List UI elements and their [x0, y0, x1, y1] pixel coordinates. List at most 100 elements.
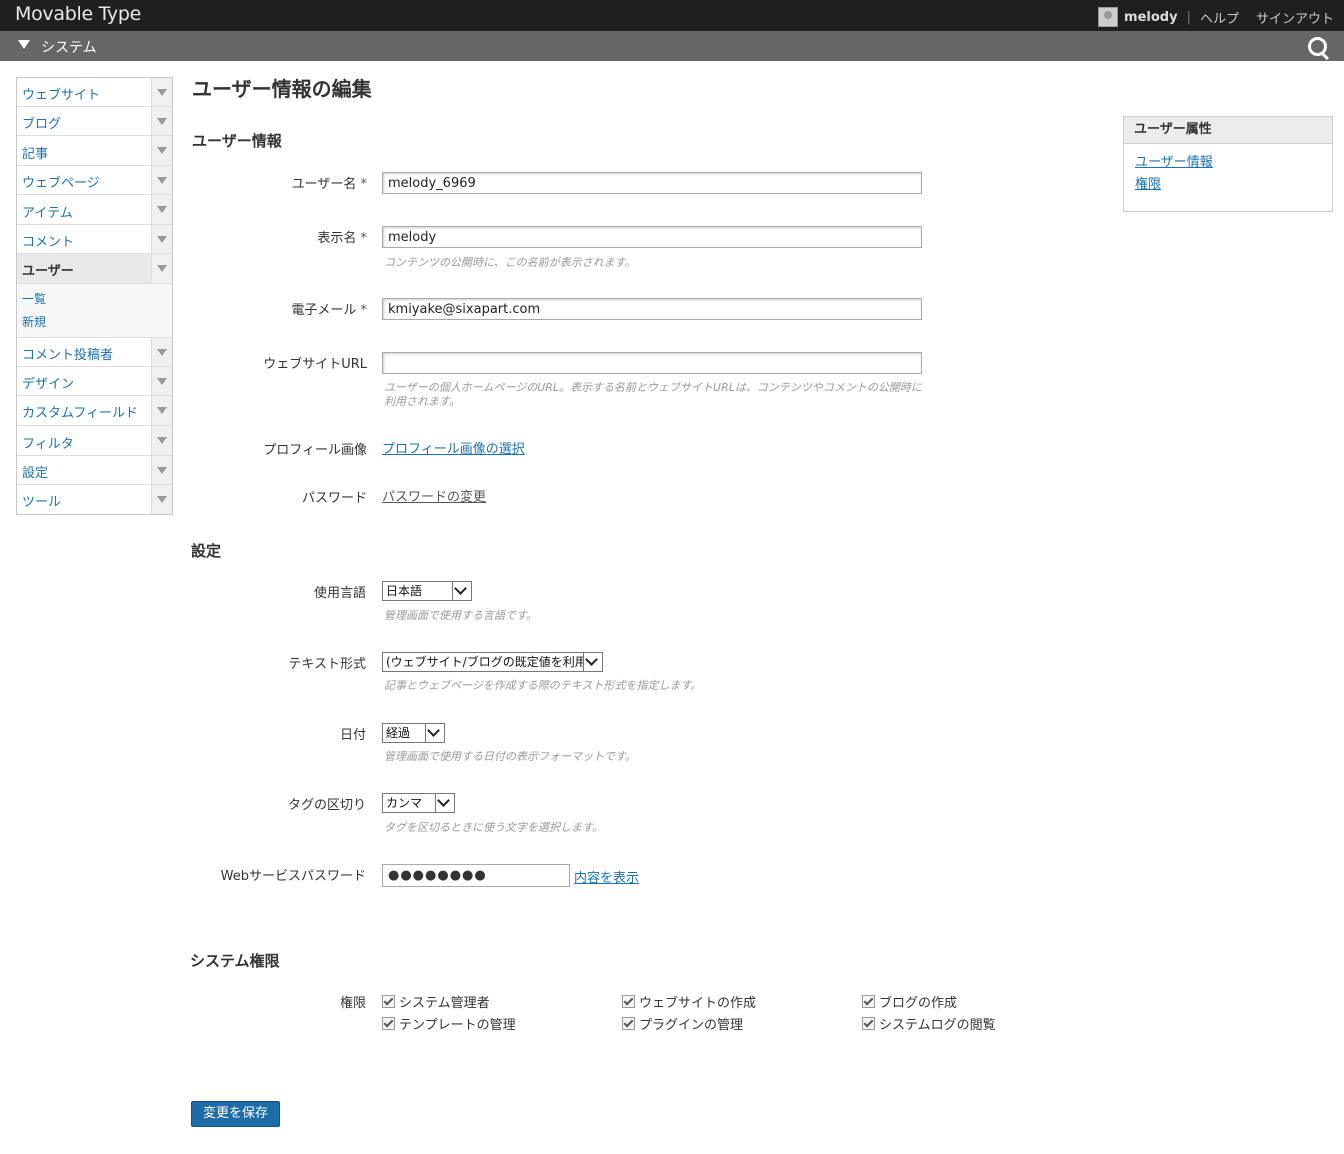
triangle-down-icon[interactable] — [151, 485, 172, 514]
permission-checkbox[interactable]: システムログの閲覧 — [862, 1014, 996, 1033]
scope-label[interactable]: システム — [41, 37, 97, 57]
language-select-value: 日本語 — [386, 584, 423, 598]
sidebar-item-tools[interactable]: ツール — [17, 485, 172, 514]
search-icon[interactable] — [1308, 37, 1327, 56]
app-logo[interactable]: Movable Type — [15, 3, 141, 25]
language-label: 使用言語 — [313, 586, 366, 601]
top-bar: Movable Type melody | ヘルプ サインアウト — [0, 0, 1344, 31]
chevron-down-icon[interactable] — [425, 724, 444, 742]
sidebar-item-blog[interactable]: ブログ — [17, 107, 172, 136]
sidebar-subitem-new[interactable]: 新規 — [22, 311, 172, 334]
triangle-down-icon[interactable] — [151, 195, 172, 224]
chevron-down-icon[interactable] — [583, 653, 602, 671]
sidebar-item-custom-fields[interactable]: カスタムフィールド — [17, 396, 172, 426]
webservice-password-label: Webサービスパスワード — [220, 869, 366, 884]
permission-checkbox[interactable]: ウェブサイトの作成 — [622, 992, 756, 1011]
triangle-down-icon[interactable] — [151, 456, 172, 484]
checkbox-checked-icon[interactable] — [622, 995, 635, 1008]
permission-checkbox[interactable]: プラグインの管理 — [622, 1014, 743, 1033]
date-format-select[interactable]: 経過 — [382, 723, 445, 743]
permission-checkbox[interactable]: テンプレートの管理 — [382, 1014, 516, 1033]
date-format-select-value: 経過 — [386, 726, 411, 740]
triangle-down-icon[interactable] — [18, 40, 30, 49]
sidebar-item-filters[interactable]: フィルタ — [17, 426, 172, 456]
permission-checkbox[interactable]: ブログの作成 — [862, 992, 957, 1011]
website-url-field[interactable] — [382, 352, 922, 374]
sidebar-item-website[interactable]: ウェブサイト — [17, 78, 172, 107]
sidebar-item-label: カスタムフィールド — [22, 406, 138, 421]
checkbox-checked-icon[interactable] — [382, 995, 395, 1008]
language-select[interactable]: 日本語 — [382, 581, 472, 601]
text-format-select-value: (ウェブサイト/ブログの既定値を利用) — [386, 655, 592, 669]
triangle-down-icon[interactable] — [151, 426, 172, 455]
permissions-link[interactable]: 権限 — [1135, 174, 1332, 196]
triangle-down-icon[interactable] — [151, 254, 172, 283]
user-attributes-widget: ユーザー属性 ユーザー情報 権限 — [1123, 116, 1333, 212]
website-url-label: ウェブサイトURL — [263, 357, 367, 372]
tag-delimiter-select-value: カンマ — [386, 796, 423, 810]
sidebar-nav: ウェブサイト ブログ 記事 ウェブページ アイテム コメント ユーザー 一覧 新… — [16, 77, 173, 515]
text-format-label: テキスト形式 — [288, 657, 366, 672]
help-link[interactable]: ヘルプ — [1200, 8, 1239, 27]
checkbox-checked-icon[interactable] — [862, 1017, 875, 1030]
triangle-down-icon[interactable] — [151, 338, 172, 366]
tag-delimiter-select[interactable]: カンマ — [382, 793, 455, 813]
select-profile-image-link[interactable]: プロフィール画像の選択 — [382, 438, 525, 457]
user-info-link[interactable]: ユーザー情報 — [1135, 152, 1332, 174]
reveal-password-link[interactable]: 内容を表示 — [574, 867, 639, 886]
checkbox-checked-icon[interactable] — [622, 1017, 635, 1030]
change-password-link[interactable]: パスワードの変更 — [382, 486, 486, 505]
checkbox-checked-icon[interactable] — [862, 995, 875, 1008]
sidebar-item-design[interactable]: デザイン — [17, 367, 172, 396]
section-heading-settings: 設定 — [191, 542, 222, 560]
avatar-icon[interactable] — [1098, 7, 1119, 27]
username-field[interactable]: melody_6969 — [382, 172, 922, 194]
username-label: ユーザー名 * — [291, 177, 367, 192]
sidebar-item-label: アイテム — [22, 206, 73, 221]
widget-heading: ユーザー属性 — [1124, 117, 1332, 144]
sidebar-item-entries[interactable]: 記事 — [17, 136, 172, 166]
tag-delimiter-hint: タグを区切るときに使う文字を選択します。 — [384, 821, 603, 834]
text-format-select[interactable]: (ウェブサイト/ブログの既定値を利用) — [382, 652, 603, 672]
date-format-hint: 管理画面で使用する日付の表示フォーマットです。 — [384, 750, 636, 763]
users-submenu: 一覧 新規 — [17, 284, 172, 338]
sidebar-item-label: ユーザー — [22, 264, 74, 279]
triangle-down-icon[interactable] — [151, 136, 172, 165]
chevron-down-icon[interactable] — [435, 794, 454, 812]
chevron-down-icon[interactable] — [452, 582, 471, 600]
permission-checkbox[interactable]: システム管理者 — [382, 992, 490, 1011]
website-url-hint: ユーザーの個人ホームページのURL。表示する名前とウェブサイトURLは、コンテン… — [384, 381, 922, 408]
triangle-down-icon[interactable] — [151, 107, 172, 135]
username-link[interactable]: melody — [1124, 10, 1178, 25]
tag-delimiter-label: タグの区切り — [287, 798, 366, 813]
sidebar-item-label: コメント投稿者 — [22, 348, 114, 363]
webservice-password-field[interactable]: ●●●●●●●● — [382, 864, 570, 887]
sidebar-item-settings[interactable]: 設定 — [17, 456, 172, 485]
email-field[interactable]: kmiyake@sixapart.com — [382, 298, 922, 320]
triangle-down-icon[interactable] — [151, 396, 172, 425]
sidebar-subitem-list[interactable]: 一覧 — [22, 288, 172, 311]
triangle-down-icon[interactable] — [151, 225, 172, 253]
signout-link[interactable]: サインアウト — [1256, 8, 1334, 27]
sidebar-item-label: ブログ — [22, 117, 62, 132]
triangle-down-icon[interactable] — [151, 367, 172, 395]
password-label: パスワード — [301, 491, 367, 506]
sidebar-item-assets[interactable]: アイテム — [17, 195, 172, 225]
sidebar-item-label: コメント — [22, 235, 75, 250]
triangle-down-icon[interactable] — [151, 78, 172, 106]
sidebar-item-label: 設定 — [22, 466, 49, 481]
checkbox-checked-icon[interactable] — [382, 1017, 395, 1030]
scope-bar: システム — [0, 31, 1344, 61]
date-format-label: 日付 — [339, 728, 366, 743]
sidebar-item-label: デザイン — [22, 377, 75, 392]
sidebar-item-users[interactable]: ユーザー — [17, 254, 172, 284]
display-name-field[interactable]: melody — [382, 226, 922, 248]
sidebar-item-pages[interactable]: ウェブページ — [17, 166, 172, 195]
triangle-down-icon[interactable] — [151, 166, 172, 194]
section-heading-system-permissions: システム権限 — [190, 952, 280, 970]
sidebar-item-commenters[interactable]: コメント投稿者 — [17, 338, 172, 367]
user-menu: melody | ヘルプ サインアウト — [1098, 7, 1334, 27]
save-changes-button[interactable]: 変更を保存 — [191, 1101, 280, 1127]
sidebar-item-comments[interactable]: コメント — [17, 225, 172, 254]
text-format-hint: 記事とウェブページを作成する際のテキスト形式を指定します。 — [384, 679, 702, 692]
